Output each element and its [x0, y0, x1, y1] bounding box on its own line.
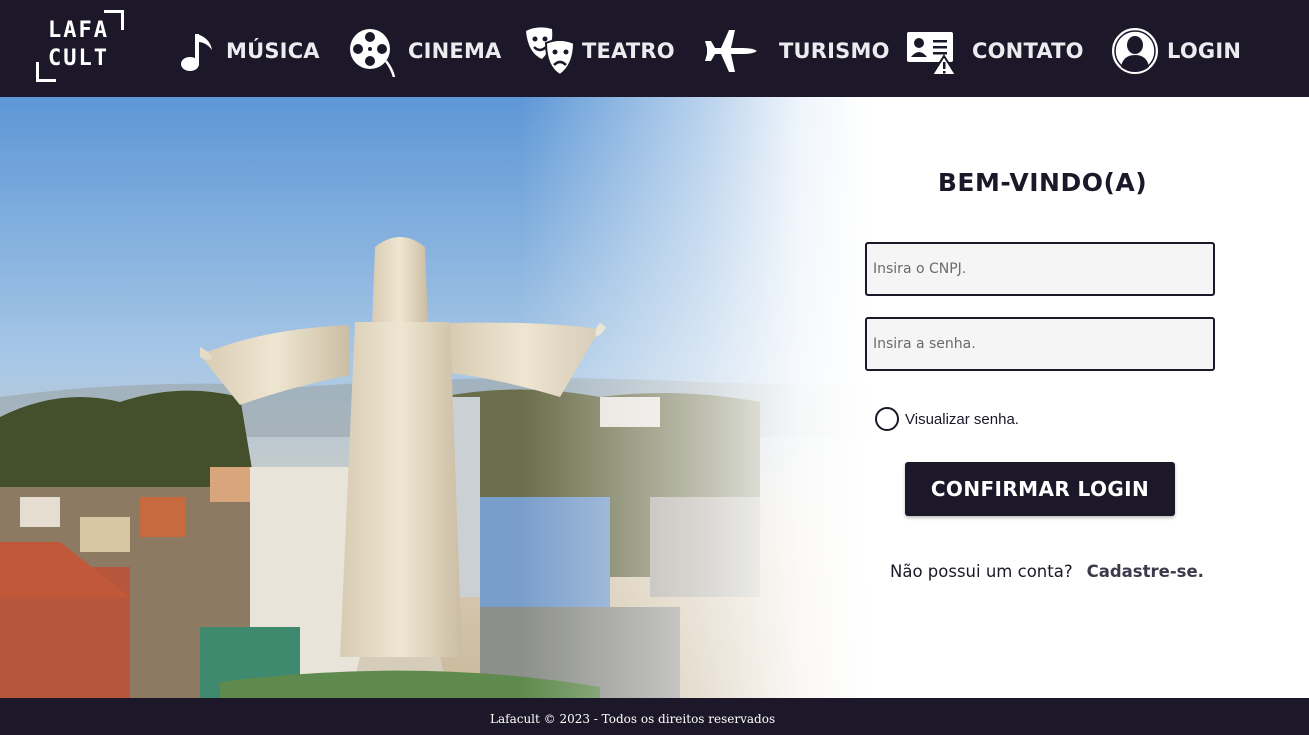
film-reel-icon — [348, 25, 396, 77]
show-password-radio[interactable] — [875, 407, 899, 431]
show-password-label: Visualizar senha. — [905, 410, 1019, 428]
show-password-toggle[interactable]: Visualizar senha. — [875, 407, 1019, 431]
password-input[interactable] — [865, 317, 1215, 371]
footer-copyright: Lafacult © 2023 - Todos os direitos rese… — [490, 712, 776, 726]
footer: Lafacult © 2023 - Todos os direitos rese… — [0, 698, 1309, 735]
confirm-login-button[interactable]: CONFIRMAR LOGIN — [905, 462, 1175, 516]
nav-item-login[interactable]: LOGIN — [1111, 26, 1241, 76]
contact-card-icon — [906, 26, 958, 76]
nav-item-turismo[interactable]: TURISMO — [703, 26, 890, 76]
nav-label-cinema: CINEMA — [408, 39, 502, 63]
nav-label-teatro: TEATRO — [582, 39, 675, 63]
user-avatar-icon — [1111, 27, 1159, 75]
signup-prompt: Não possui um conta? — [890, 562, 1073, 581]
theater-masks-icon — [524, 25, 576, 77]
nav-item-musica[interactable]: MÚSICA — [180, 26, 320, 76]
signup-row: Não possui um conta? Cadastre-se. — [890, 562, 1204, 581]
airplane-icon — [703, 28, 759, 74]
cnpj-input[interactable] — [865, 242, 1215, 296]
nav-label-musica: MÚSICA — [226, 39, 320, 63]
nav-label-login: LOGIN — [1167, 39, 1242, 63]
nav-item-cinema[interactable]: CINEMA — [348, 25, 502, 77]
nav-label-contato: CONTATO — [972, 39, 1084, 63]
top-navbar: LAFA CULT MÚSICA CINEMA TEATRO TURISMO C… — [0, 0, 1309, 97]
lafacult-logo[interactable]: LAFA CULT — [36, 10, 124, 82]
welcome-title: BEM-VINDO(A) — [937, 168, 1148, 197]
nav-item-teatro[interactable]: TEATRO — [524, 25, 675, 77]
signup-link[interactable]: Cadastre-se. — [1087, 562, 1204, 581]
logo-text-line1: LAFA — [48, 18, 109, 43]
logo-text-line2: CULT — [48, 46, 109, 71]
music-note-icon — [180, 30, 214, 72]
nav-label-turismo: TURISMO — [779, 39, 890, 63]
nav-item-contato[interactable]: CONTATO — [906, 26, 1084, 76]
